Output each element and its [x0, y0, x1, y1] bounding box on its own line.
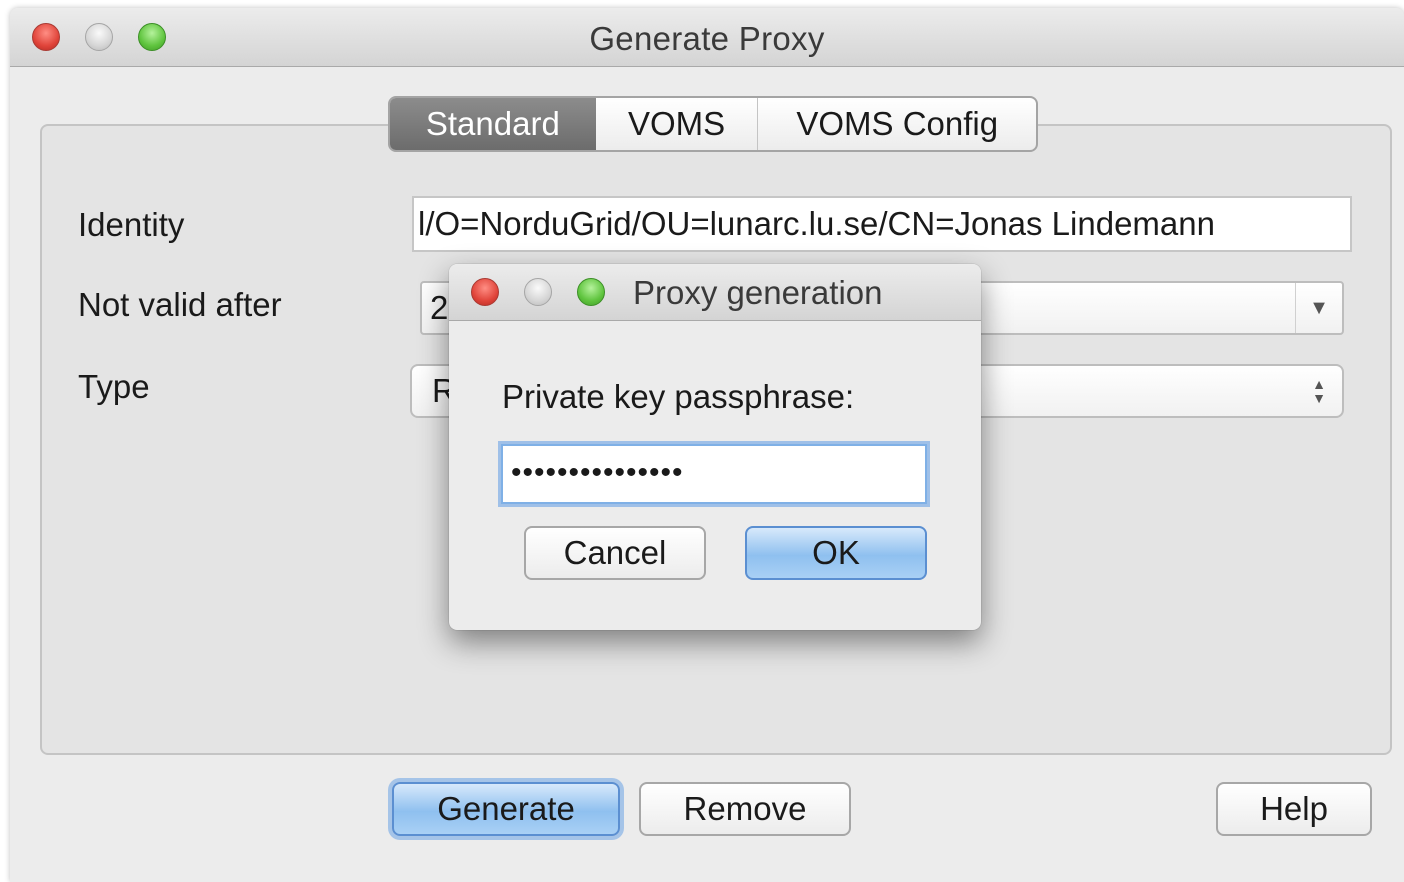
passphrase-prompt: Private key passphrase: — [502, 378, 855, 415]
tab-voms[interactable]: VOMS — [596, 98, 759, 150]
type-label: Type — [78, 368, 150, 405]
identity-value: l/O=NorduGrid/OU=lunarc.lu.se/CN=Jonas L… — [418, 205, 1215, 242]
identity-field[interactable]: l/O=NorduGrid/OU=lunarc.lu.se/CN=Jonas L… — [412, 196, 1352, 252]
dropdown-arrow-icon[interactable]: ▼ — [1295, 283, 1342, 333]
tab-voms-config[interactable]: VOMS Config — [758, 98, 1036, 150]
tab-standard[interactable]: Standard — [390, 98, 596, 150]
identity-label: Identity — [78, 206, 185, 243]
ok-button[interactable]: OK — [745, 526, 927, 580]
proxy-generation-dialog: Proxy generation Private key passphrase:… — [449, 264, 981, 630]
passphrase-input[interactable]: ••••••••••••••• — [501, 444, 927, 504]
window-title: Generate Proxy — [589, 20, 825, 57]
generate-button[interactable]: Generate — [392, 782, 620, 836]
dialog-minimize-icon[interactable] — [524, 278, 552, 306]
dialog-maximize-icon[interactable] — [577, 278, 605, 306]
dialog-close-icon[interactable] — [471, 278, 499, 306]
help-button[interactable]: Help — [1216, 782, 1372, 836]
not-valid-after-label: Not valid after — [78, 286, 282, 323]
cancel-button[interactable]: Cancel — [524, 526, 706, 580]
title-bar[interactable]: Generate Proxy — [10, 8, 1404, 67]
not-valid-after-value: 2 — [430, 289, 449, 326]
stepper-arrows-icon[interactable]: ▲ ▼ — [1296, 366, 1342, 416]
dialog-title: Proxy generation — [633, 274, 883, 311]
remove-button[interactable]: Remove — [639, 782, 851, 836]
dialog-title-bar[interactable]: Proxy generation — [449, 264, 981, 321]
tab-bar: Standard VOMS VOMS Config — [388, 96, 1038, 152]
